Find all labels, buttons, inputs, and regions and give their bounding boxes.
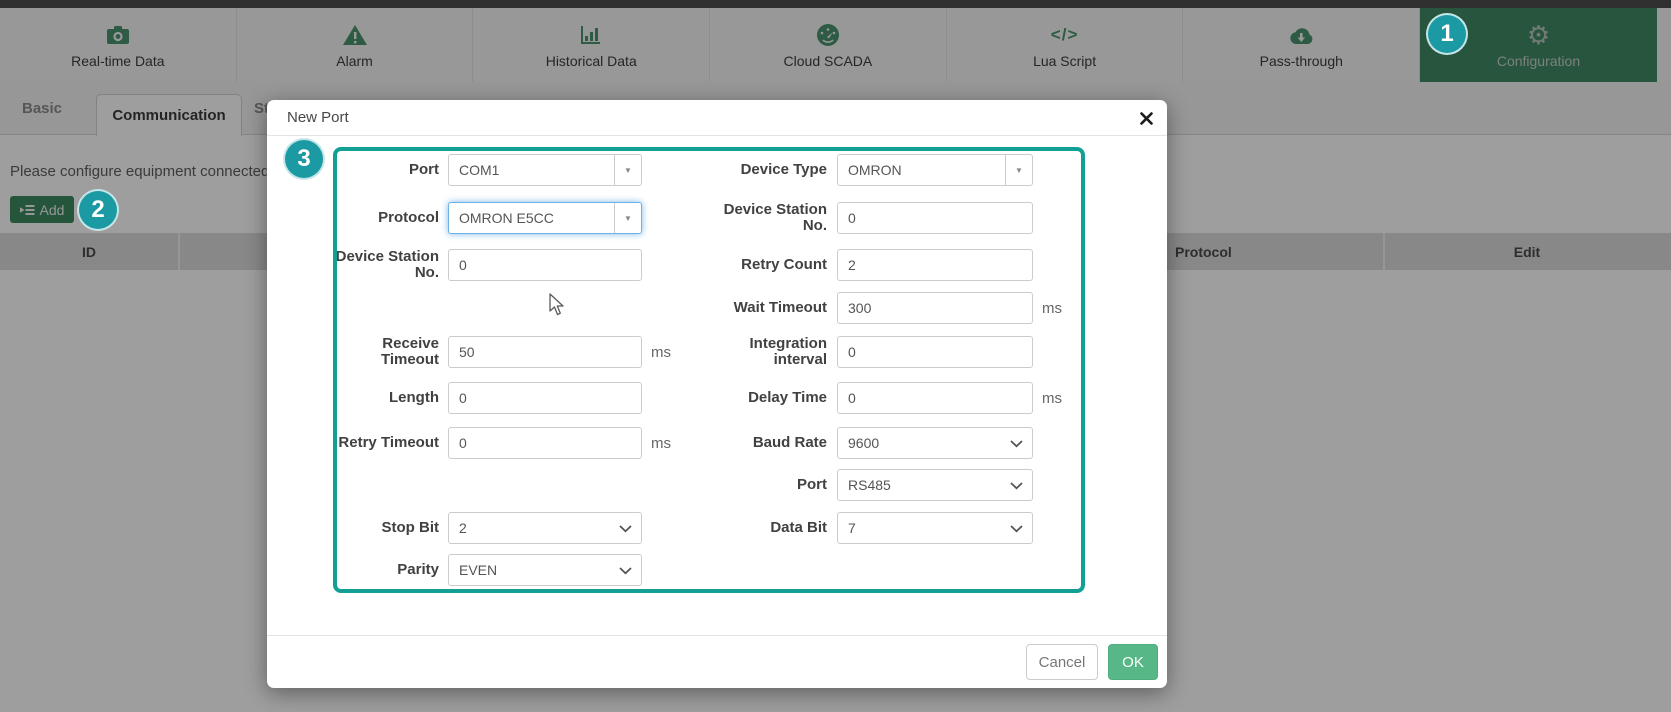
integration-interval-input[interactable] xyxy=(837,336,1033,368)
field-port-left: Port COM1 ▼ xyxy=(287,154,642,186)
field-length: Length xyxy=(287,382,642,414)
close-icon[interactable] xyxy=(1137,109,1155,127)
field-delay-time: Delay Time ms xyxy=(687,382,1062,414)
new-port-modal: New Port Port COM1 ▼ Protocol OMRON E5CC… xyxy=(267,100,1167,688)
field-label: Port xyxy=(797,475,827,493)
wait-timeout-input[interactable] xyxy=(837,292,1033,324)
field-label: Protocol xyxy=(378,208,439,226)
field-label: Receive Timeout xyxy=(380,334,439,368)
field-receive-timeout: Receive Timeout ms xyxy=(287,334,671,368)
annotation-step-1-badge: 1 xyxy=(1426,13,1468,55)
protocol-select[interactable]: OMRON E5CC ▼ xyxy=(448,202,642,234)
dropdown-caret-icon[interactable]: ▼ xyxy=(1005,155,1032,185)
field-label: Retry Count xyxy=(741,255,827,273)
retry-timeout-input[interactable] xyxy=(448,427,642,459)
device-station-no-input-right[interactable] xyxy=(837,202,1033,234)
field-stop-bit: Stop Bit 2 xyxy=(287,512,642,544)
field-device-station-no-left: Device Station No. xyxy=(287,247,642,281)
field-device-station-no-right: Device Station No. xyxy=(687,200,1033,234)
ok-button[interactable]: OK xyxy=(1108,644,1158,680)
chevron-down-icon xyxy=(619,525,632,533)
field-label: Device Type xyxy=(740,160,827,178)
port-type-select[interactable]: RS485 xyxy=(837,469,1033,501)
field-label: Port xyxy=(409,160,439,178)
modal-footer: Cancel OK xyxy=(267,635,1167,688)
data-bit-select[interactable]: 7 xyxy=(837,512,1033,544)
field-device-type: Device Type OMRON ▼ xyxy=(687,154,1033,186)
unit-label: ms xyxy=(1042,299,1062,317)
field-baud-rate: Baud Rate 9600 xyxy=(687,427,1033,459)
unit-label: ms xyxy=(651,343,671,361)
field-label: Baud Rate xyxy=(752,433,827,451)
delay-time-input[interactable] xyxy=(837,382,1033,414)
chevron-down-icon xyxy=(1010,440,1023,448)
field-protocol: Protocol OMRON E5CC ▼ xyxy=(287,202,642,234)
modal-header: New Port xyxy=(267,100,1167,136)
field-label: Device Station No. xyxy=(723,200,827,234)
port-select[interactable]: COM1 ▼ xyxy=(448,154,642,186)
field-label: Wait Timeout xyxy=(733,298,827,316)
chevron-down-icon xyxy=(1010,525,1023,533)
baud-rate-select[interactable]: 9600 xyxy=(837,427,1033,459)
receive-timeout-input[interactable] xyxy=(448,336,642,368)
field-label: Data Bit xyxy=(770,518,827,536)
field-wait-timeout: Wait Timeout ms xyxy=(687,292,1062,324)
modal-title: New Port xyxy=(287,109,349,126)
app-screen: Real-time Data Alarm Historical Data Clo… xyxy=(0,0,1671,712)
field-label: Retry Timeout xyxy=(338,433,439,451)
field-label: Integration interval xyxy=(749,334,828,368)
chevron-down-icon xyxy=(619,567,632,575)
field-label: Delay Time xyxy=(748,388,827,406)
field-label: Device Station No. xyxy=(335,247,439,281)
field-port-right: Port RS485 xyxy=(687,469,1033,501)
chevron-down-icon xyxy=(1010,482,1023,490)
cancel-button[interactable]: Cancel xyxy=(1026,644,1098,680)
field-label: Parity xyxy=(397,560,439,578)
retry-count-input[interactable] xyxy=(837,249,1033,281)
field-retry-count: Retry Count xyxy=(687,249,1033,281)
unit-label: ms xyxy=(651,434,671,452)
length-input[interactable] xyxy=(448,382,642,414)
field-label: Stop Bit xyxy=(381,518,440,536)
field-integration-interval: Integration interval xyxy=(687,334,1033,368)
dropdown-caret-icon[interactable]: ▼ xyxy=(614,155,641,185)
unit-label: ms xyxy=(1042,389,1062,407)
device-type-select[interactable]: OMRON ▼ xyxy=(837,154,1033,186)
annotation-step-3-badge: 3 xyxy=(283,138,325,180)
device-station-no-input[interactable] xyxy=(448,249,642,281)
annotation-step-2-badge: 2 xyxy=(77,189,119,231)
field-data-bit: Data Bit 7 xyxy=(687,512,1033,544)
field-label: Length xyxy=(389,388,439,406)
field-retry-timeout: Retry Timeout ms xyxy=(287,427,671,459)
field-parity: Parity EVEN xyxy=(287,554,642,586)
parity-select[interactable]: EVEN xyxy=(448,554,642,586)
stop-bit-select[interactable]: 2 xyxy=(448,512,642,544)
dropdown-caret-icon[interactable]: ▼ xyxy=(614,203,641,233)
